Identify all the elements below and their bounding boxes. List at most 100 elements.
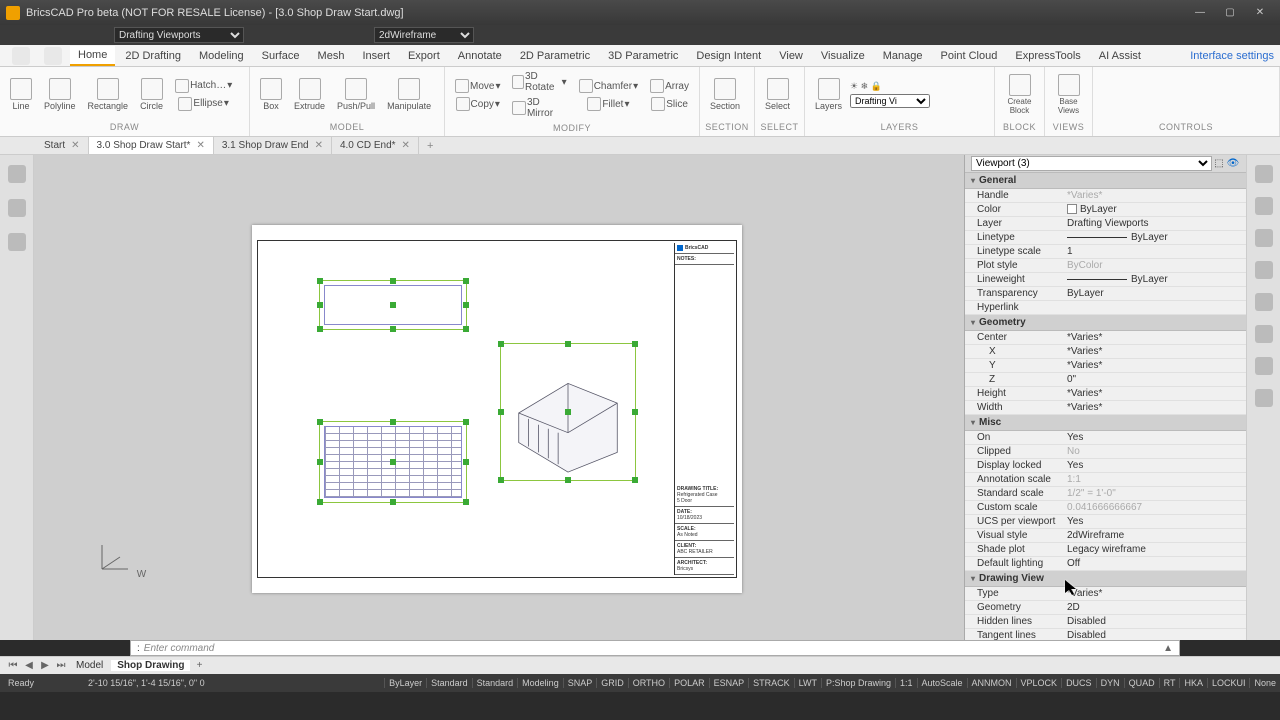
viewport-top[interactable] <box>319 280 467 330</box>
qat-icon-7[interactable] <box>356 28 370 42</box>
layer-selector[interactable]: Drafting Vi <box>850 94 930 108</box>
controls-icon-2[interactable] <box>1119 87 1135 103</box>
right-panel-icon-1[interactable] <box>1255 165 1273 183</box>
slice-tool[interactable]: Slice <box>646 95 693 113</box>
search-ribbon-icon[interactable] <box>44 47 62 65</box>
command-expand-icon[interactable]: ▲ <box>1163 643 1173 654</box>
left-panel-icon-3[interactable] <box>8 233 26 251</box>
prop-group-geometry[interactable]: Geometry <box>965 315 1246 331</box>
status-btn-modeling[interactable]: Modeling <box>517 678 563 688</box>
prop-row[interactable]: Hidden linesDisabled <box>965 615 1246 629</box>
add-layout-button[interactable]: + <box>192 660 206 671</box>
prop-row[interactable]: ColorByLayer <box>965 203 1246 217</box>
prop-row[interactable]: Annotation scale1:1 <box>965 473 1246 487</box>
prop-row[interactable]: X*Varies* <box>965 345 1246 359</box>
section-tool[interactable]: Section <box>706 76 744 113</box>
extrude-tool[interactable]: Extrude <box>290 76 329 113</box>
prop-row[interactable]: ClippedNo <box>965 445 1246 459</box>
prop-row[interactable]: Shade plotLegacy wireframe <box>965 543 1246 557</box>
close-button[interactable]: ✕ <box>1246 4 1274 22</box>
select-tool[interactable]: Select <box>761 76 794 113</box>
qat-icon-4[interactable] <box>302 28 316 42</box>
prop-row[interactable]: TransparencyByLayer <box>965 287 1246 301</box>
tab-nav-first[interactable]: ⏮ <box>6 660 20 671</box>
prop-row[interactable]: Width*Varies* <box>965 401 1246 415</box>
add-tab-button[interactable]: + <box>419 140 441 152</box>
base-views-tool[interactable]: Base Views <box>1051 72 1086 117</box>
properties-selector[interactable]: Viewport (3) <box>971 156 1212 171</box>
prop-row[interactable]: Height*Varies* <box>965 387 1246 401</box>
tab-2d-parametric[interactable]: 2D Parametric <box>512 47 598 65</box>
maximize-button[interactable]: ▢ <box>1216 4 1244 22</box>
interface-settings-link[interactable]: Interface settings <box>1190 50 1274 62</box>
status-btn-dyn[interactable]: DYN <box>1096 678 1124 688</box>
tab-visualize[interactable]: Visualize <box>813 47 873 65</box>
layout-tab[interactable]: Shop Drawing <box>111 660 190 671</box>
ellipse-tool[interactable]: Ellipse ▾ <box>171 95 236 113</box>
prop-row[interactable]: Handle*Varies* <box>965 189 1246 203</box>
tab-home[interactable]: Home <box>70 46 115 66</box>
status-btn-standard[interactable]: Standard <box>426 678 472 688</box>
line-tool[interactable]: Line <box>6 76 36 113</box>
viewport-front[interactable] <box>319 421 467 503</box>
app-menu-icon[interactable] <box>12 47 30 65</box>
prop-row[interactable]: Visual style2dWireframe <box>965 529 1246 543</box>
command-line[interactable]: : Enter command ▲ <box>130 640 1180 656</box>
tab-manage[interactable]: Manage <box>875 47 931 65</box>
prop-row[interactable]: Tangent linesDisabled <box>965 629 1246 640</box>
layers-tool[interactable]: Layers <box>811 76 846 113</box>
tab-annotate[interactable]: Annotate <box>450 47 510 65</box>
circle-tool[interactable]: Circle <box>136 76 167 113</box>
status-btn-ducs[interactable]: DUCS <box>1061 678 1096 688</box>
new-icon[interactable] <box>6 28 20 42</box>
right-panel-icon-7[interactable] <box>1255 357 1273 375</box>
qat-icon-5[interactable] <box>320 28 334 42</box>
hatch-tool[interactable]: Hatch… ▾ <box>171 77 236 95</box>
doctab-shop-draw-end[interactable]: 3.1 Shop Draw End✕ <box>214 137 332 154</box>
doctab-cd-end[interactable]: 4.0 CD End*✕ <box>332 137 419 154</box>
tab-ai-assist[interactable]: AI Assist <box>1091 47 1149 65</box>
status-btn-strack[interactable]: STRACK <box>748 678 794 688</box>
status-btn-polar[interactable]: POLAR <box>669 678 709 688</box>
tab-express-tools[interactable]: ExpressTools <box>1007 47 1088 65</box>
prop-row[interactable]: LayerDrafting Viewports <box>965 217 1246 231</box>
status-btn-bylayer[interactable]: ByLayer <box>384 678 426 688</box>
left-panel-icon-2[interactable] <box>8 199 26 217</box>
rectangle-tool[interactable]: Rectangle <box>84 76 133 113</box>
prop-row[interactable]: Standard scale1/2" = 1'-0" <box>965 487 1246 501</box>
prop-row[interactable]: LineweightByLayer <box>965 273 1246 287</box>
prop-row[interactable]: Hyperlink <box>965 301 1246 315</box>
tab-design-intent[interactable]: Design Intent <box>688 47 769 65</box>
status-btn-p-shop-drawing[interactable]: P:Shop Drawing <box>821 678 895 688</box>
fillet-tool[interactable]: Fillet ▾ <box>575 95 642 113</box>
prop-group-general[interactable]: General <box>965 173 1246 189</box>
prop-row[interactable]: LinetypeByLayer <box>965 231 1246 245</box>
prop-row[interactable]: Type*Varies* <box>965 587 1246 601</box>
controls-icon-3[interactable] <box>1139 87 1155 103</box>
controls-icon-1[interactable] <box>1099 87 1115 103</box>
status-btn-lwt[interactable]: LWT <box>794 678 821 688</box>
box-tool[interactable]: Box <box>256 76 286 113</box>
undo-icon[interactable] <box>78 28 92 42</box>
print-icon[interactable] <box>60 28 74 42</box>
status-btn-snap[interactable]: SNAP <box>563 678 597 688</box>
prop-row[interactable]: OnYes <box>965 431 1246 445</box>
controls-icon-4[interactable] <box>1159 87 1175 103</box>
style-combo[interactable]: 2dWireframe <box>374 27 474 43</box>
move-tool[interactable]: Move ▾ <box>451 77 504 95</box>
status-btn-grid[interactable]: GRID <box>596 678 628 688</box>
close-icon[interactable]: ✕ <box>315 140 323 151</box>
layer-combo[interactable]: Drafting Viewports <box>114 27 244 43</box>
status-btn-annmon[interactable]: ANNMON <box>967 678 1016 688</box>
open-icon[interactable] <box>24 28 38 42</box>
polyline-tool[interactable]: Polyline <box>40 76 80 113</box>
doctab-start[interactable]: Start✕ <box>36 137 89 154</box>
tab-2d-drafting[interactable]: 2D Drafting <box>117 47 189 65</box>
status-btn-autoscale[interactable]: AutoScale <box>917 678 967 688</box>
status-btn-esnap[interactable]: ESNAP <box>709 678 749 688</box>
minimize-button[interactable]: — <box>1186 4 1214 22</box>
command-input[interactable]: Enter command <box>144 643 215 654</box>
drawing-canvas[interactable]: BricsCAD NOTES: DRAWING TITLE:Refrigerat… <box>34 155 964 640</box>
status-btn-quad[interactable]: QUAD <box>1124 678 1159 688</box>
3drotate-tool[interactable]: 3D Rotate ▾ <box>508 69 570 95</box>
